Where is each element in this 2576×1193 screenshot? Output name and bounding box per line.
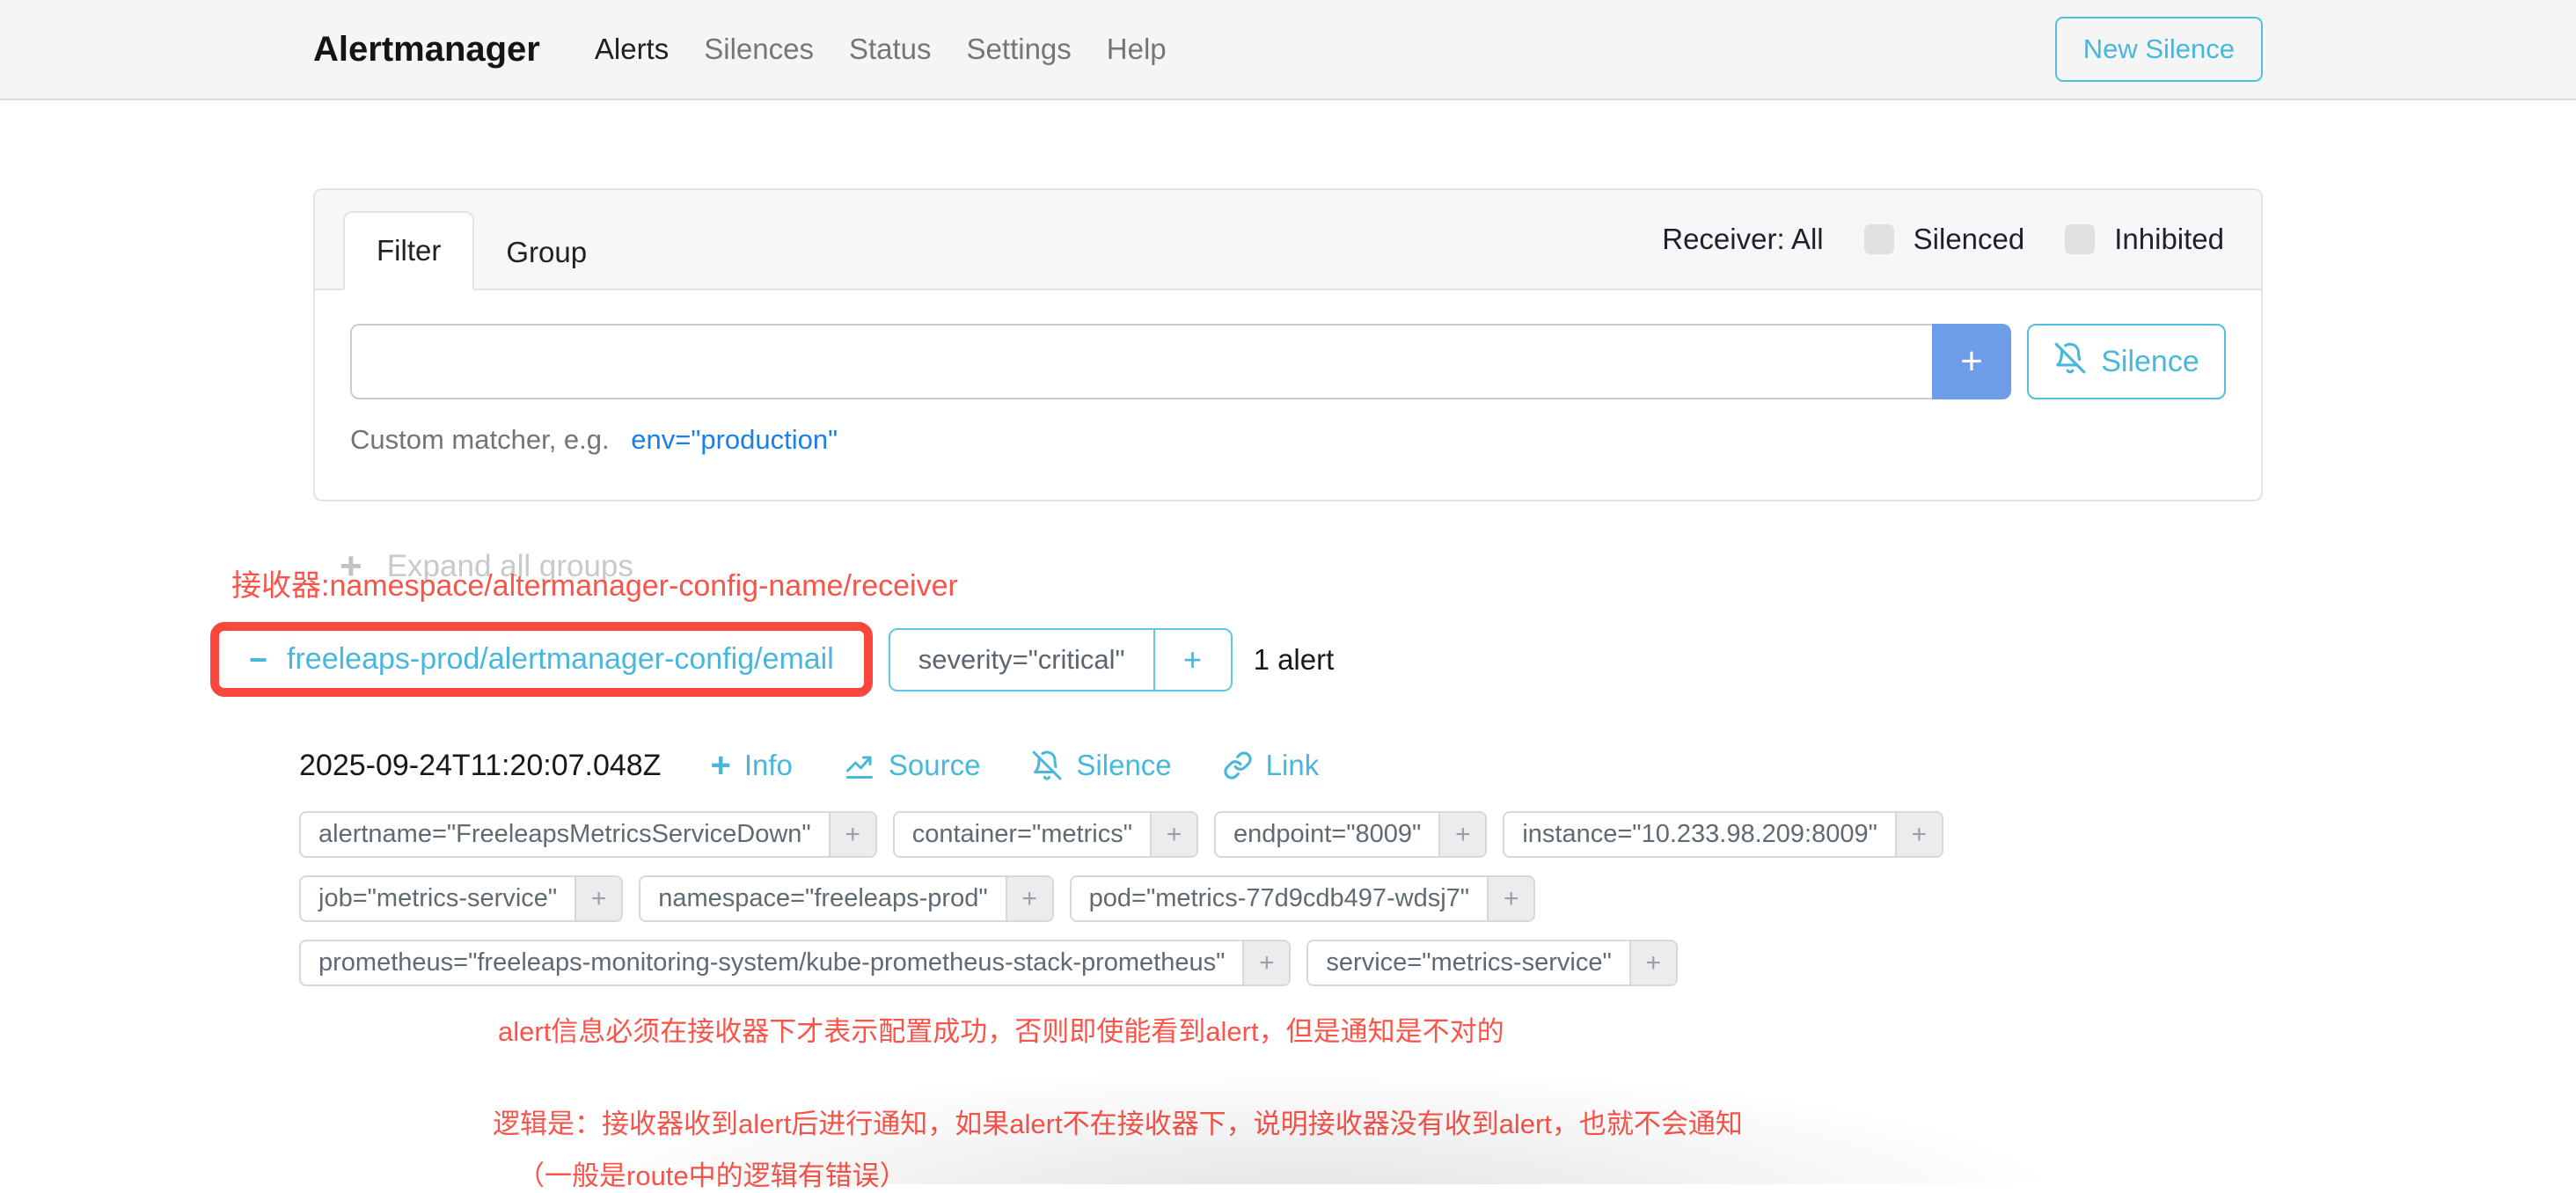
label-add-button[interactable]: + <box>1629 941 1676 984</box>
matcher-input[interactable] <box>350 324 1932 399</box>
label-tag: container="metrics" + <box>893 811 1198 858</box>
silence-from-filter-button[interactable]: Silence <box>2027 324 2226 399</box>
link-label: Link <box>1266 749 1320 782</box>
hint-example-link[interactable]: env="production" <box>631 424 838 455</box>
add-matcher-button[interactable]: + <box>1932 324 2011 399</box>
label-value: container="metrics" <box>895 813 1150 856</box>
tab-filter[interactable]: Filter <box>343 211 474 290</box>
label-value: pod="metrics-77d9cdb497-wdsj7" <box>1072 877 1487 920</box>
group-receiver-button[interactable]: − freeleaps-prod/alertmanager-config/ema… <box>224 636 859 683</box>
label-tag: pod="metrics-77d9cdb497-wdsj7" + <box>1070 875 1535 922</box>
annotation-note-2: 逻辑是：接收器收到alert后进行通知，如果alert不在接收器下，说明接收器没… <box>493 1102 2263 1141</box>
filter-card: Filter Group Receiver: All Silenced Inhi… <box>313 188 2263 501</box>
label-tag: prometheus="freeleaps-monitoring-system/… <box>299 940 1291 986</box>
receiver-selector[interactable]: Receiver: All <box>1662 223 1823 256</box>
top-navbar: Alertmanager Alerts Silences Status Sett… <box>0 0 2576 100</box>
label-tag: namespace="freeleaps-prod" + <box>639 875 1053 922</box>
alert-source-link[interactable]: Source <box>844 749 981 782</box>
label-value: alertname="FreeleapsMetricsServiceDown" <box>301 813 829 856</box>
chart-line-icon <box>844 750 875 781</box>
alert-count: 1 alert <box>1254 643 1335 677</box>
label-value: instance="10.233.98.209:8009" <box>1504 813 1895 856</box>
filter-header-controls: Receiver: All Silenced Inhibited <box>1662 223 2224 256</box>
label-row-1: alertname="FreeleapsMetricsServiceDown" … <box>299 811 2263 858</box>
group-matcher-add-button[interactable]: + <box>1153 630 1231 690</box>
nav-item-settings[interactable]: Settings <box>967 33 1072 66</box>
label-row-3: prometheus="freeleaps-monitoring-system/… <box>299 940 2263 986</box>
label-value: service="metrics-service" <box>1308 941 1628 984</box>
silenced-checkbox[interactable] <box>1864 224 1894 254</box>
info-label: Info <box>744 749 793 782</box>
nav-links: Alerts Silences Status Settings Help <box>595 33 1167 66</box>
nav-item-silences[interactable]: Silences <box>704 33 814 66</box>
silence-button-label: Silence <box>2101 345 2199 379</box>
filter-card-body: + Silence Custom matcher, e <box>315 290 2261 500</box>
label-row-2: job="metrics-service" + namespace="freel… <box>299 875 2263 922</box>
alert-link-button[interactable]: Link <box>1223 749 1320 782</box>
silenced-label: Silenced <box>1914 223 2025 256</box>
alert-info-button[interactable]: + Info <box>710 748 792 783</box>
alert-silence-button[interactable]: Silence <box>1031 749 1171 782</box>
plus-icon: + <box>710 748 730 783</box>
alert-detail: 2025-09-24T11:20:07.048Z + Info Source <box>299 748 2263 1193</box>
label-value: namespace="freeleaps-prod" <box>640 877 1005 920</box>
label-add-button[interactable]: + <box>1242 941 1289 984</box>
alert-header-row: 2025-09-24T11:20:07.048Z + Info Source <box>299 748 2263 783</box>
label-add-button[interactable]: + <box>1006 877 1052 920</box>
silenced-checkbox-item[interactable]: Silenced <box>1864 223 2025 256</box>
label-tag: job="metrics-service" + <box>299 875 623 922</box>
hint-text: Custom matcher, e.g. <box>350 424 610 455</box>
label-tag: instance="10.233.98.209:8009" + <box>1503 811 1943 858</box>
label-add-button[interactable]: + <box>1487 877 1533 920</box>
label-add-button[interactable]: + <box>1895 813 1942 856</box>
tab-group[interactable]: Group <box>474 215 618 290</box>
receiver-annotation-text: 接收器:namespace/altermanager-config-name/r… <box>231 561 2263 604</box>
matcher-hint: Custom matcher, e.g. env="production" <box>350 424 2226 456</box>
label-add-button[interactable]: + <box>1438 813 1485 856</box>
inhibited-checkbox[interactable] <box>2065 224 2095 254</box>
label-add-button[interactable]: + <box>829 813 875 856</box>
label-tag: alertname="FreeleapsMetricsServiceDown" … <box>299 811 877 858</box>
matcher-input-row: + Silence <box>350 324 2226 399</box>
label-tag: service="metrics-service" + <box>1306 940 1677 986</box>
new-silence-button[interactable]: New Silence <box>2055 17 2263 82</box>
filter-card-header: Filter Group Receiver: All Silenced Inhi… <box>315 190 2261 290</box>
group-matcher-chip: severity="critical" + <box>889 628 1233 692</box>
label-value: endpoint="8009" <box>1216 813 1438 856</box>
annotation-note-3: （一般是route中的逻辑有错误） <box>517 1153 2263 1193</box>
label-add-button[interactable]: + <box>1150 813 1197 856</box>
annotation-note-1: alert信息必须在接收器下才表示配置成功，否则即使能看到alert，但是通知是… <box>498 1009 2263 1049</box>
bell-slash-icon <box>1031 750 1063 781</box>
annotation-red-box: − freeleaps-prod/alertmanager-config/ema… <box>210 622 873 697</box>
bell-slash-icon <box>2053 341 2087 383</box>
minus-icon: − <box>249 644 267 676</box>
inhibited-checkbox-item[interactable]: Inhibited <box>2065 223 2224 256</box>
link-icon <box>1223 750 1253 780</box>
label-add-button[interactable]: + <box>574 877 621 920</box>
label-tag: endpoint="8009" + <box>1214 811 1487 858</box>
nav-item-alerts[interactable]: Alerts <box>595 33 669 66</box>
nav-item-status[interactable]: Status <box>849 33 932 66</box>
nav-item-help[interactable]: Help <box>1107 33 1167 66</box>
alert-group-row: − freeleaps-prod/alertmanager-config/ema… <box>210 622 2263 697</box>
label-value: prometheus="freeleaps-monitoring-system/… <box>301 941 1242 984</box>
navbar-inner: Alertmanager Alerts Silences Status Sett… <box>313 17 2263 82</box>
source-label: Source <box>889 749 981 782</box>
alert-timestamp: 2025-09-24T11:20:07.048Z <box>299 749 661 783</box>
group-matcher-label: severity="critical" <box>890 630 1153 690</box>
inhibited-label: Inhibited <box>2114 223 2224 256</box>
silence-label: Silence <box>1076 749 1171 782</box>
main-content: Filter Group Receiver: All Silenced Inhi… <box>313 188 2263 1193</box>
group-receiver-label: freeleaps-prod/alertmanager-config/email <box>287 642 834 677</box>
app-brand[interactable]: Alertmanager <box>313 30 540 70</box>
label-value: job="metrics-service" <box>301 877 574 920</box>
